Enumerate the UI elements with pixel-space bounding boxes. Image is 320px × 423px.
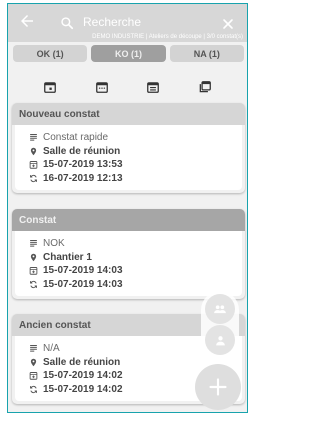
- app-bar: DEMO INDUSTRIE | Ateliers de découpe | 3…: [8, 4, 247, 42]
- constat-location: Salle de réunion: [43, 356, 121, 368]
- description-row: NOK: [29, 237, 242, 251]
- filter-ko[interactable]: KO (1): [91, 45, 166, 62]
- created-date: 15-07-2019 14:03: [43, 265, 123, 276]
- notes-icon: [30, 345, 37, 352]
- close-icon[interactable]: [222, 18, 234, 30]
- calendar-icon[interactable]: [95, 80, 109, 94]
- group-fab-button[interactable]: [205, 294, 235, 324]
- updated-row: 15-07-2019 14:03: [29, 278, 242, 292]
- back-arrow-icon[interactable]: [18, 12, 36, 30]
- constat-card[interactable]: NOK Chantier 1 15-07-2019 14:03 15-07-20…: [15, 231, 242, 296]
- location-pin-icon: [30, 253, 37, 261]
- app-frame: DEMO INDUSTRIE | Ateliers de découpe | 3…: [7, 3, 248, 413]
- constat-description: N/A: [43, 343, 60, 354]
- search-input[interactable]: [83, 15, 203, 29]
- constat-location: Chantier 1: [43, 251, 92, 263]
- updated-date: 16-07-2019 12:13: [43, 172, 123, 184]
- created-date: 15-07-2019 13:53: [43, 159, 123, 170]
- constat-location: Salle de réunion: [43, 145, 121, 157]
- calendar-plus-icon: [29, 372, 38, 380]
- status-filter-bar: OK (1) KO (1) NA (1): [13, 45, 244, 62]
- group-title: Nouveau constat: [12, 103, 245, 125]
- header-subtitle: DEMO INDUSTRIE | Ateliers de découpe | 3…: [92, 34, 243, 40]
- calendar-list-icon[interactable]: [146, 80, 160, 94]
- copy-icon[interactable]: [198, 80, 212, 94]
- constat-description: NOK: [43, 238, 65, 249]
- created-row: 15-07-2019 13:53: [29, 158, 242, 172]
- created-date: 15-07-2019 14:02: [43, 370, 123, 381]
- calendar-plus-icon[interactable]: [43, 80, 57, 94]
- group-icon: [214, 305, 226, 314]
- sort-bar: [8, 74, 247, 100]
- location-pin-icon: [30, 147, 37, 155]
- calendar-plus-icon: [29, 267, 38, 275]
- search-icon: [61, 17, 74, 30]
- notes-icon: [30, 134, 37, 141]
- constat-card[interactable]: Constat rapide Salle de réunion 15-07-20…: [15, 125, 242, 190]
- group-title: Constat: [12, 209, 245, 231]
- add-icon: [209, 378, 227, 396]
- sync-icon: [30, 174, 37, 182]
- updated-date: 15-07-2019 14:02: [43, 383, 123, 395]
- location-row: Chantier 1: [29, 251, 242, 265]
- sync-icon: [30, 385, 37, 393]
- created-row: 15-07-2019 14:03: [29, 264, 242, 278]
- filter-na[interactable]: NA (1): [169, 45, 244, 62]
- updated-date: 15-07-2019 14:03: [43, 278, 123, 290]
- constat-group: Nouveau constat Constat rapide Salle de …: [12, 103, 245, 193]
- constat-group: Constat NOK Chantier 1 15-07-2019 14:03 …: [12, 209, 245, 299]
- description-row: Constat rapide: [29, 131, 242, 145]
- person-icon: [215, 335, 225, 345]
- location-pin-icon: [30, 358, 37, 366]
- add-fab-button[interactable]: [195, 364, 241, 410]
- updated-row: 16-07-2019 12:13: [29, 172, 242, 186]
- sync-icon: [30, 280, 37, 288]
- person-fab-button[interactable]: [205, 325, 235, 355]
- location-row: Salle de réunion: [29, 145, 242, 159]
- constat-description: Constat rapide: [43, 132, 109, 143]
- filter-ok[interactable]: OK (1): [13, 45, 88, 62]
- notes-icon: [30, 240, 37, 247]
- calendar-plus-icon: [29, 161, 38, 169]
